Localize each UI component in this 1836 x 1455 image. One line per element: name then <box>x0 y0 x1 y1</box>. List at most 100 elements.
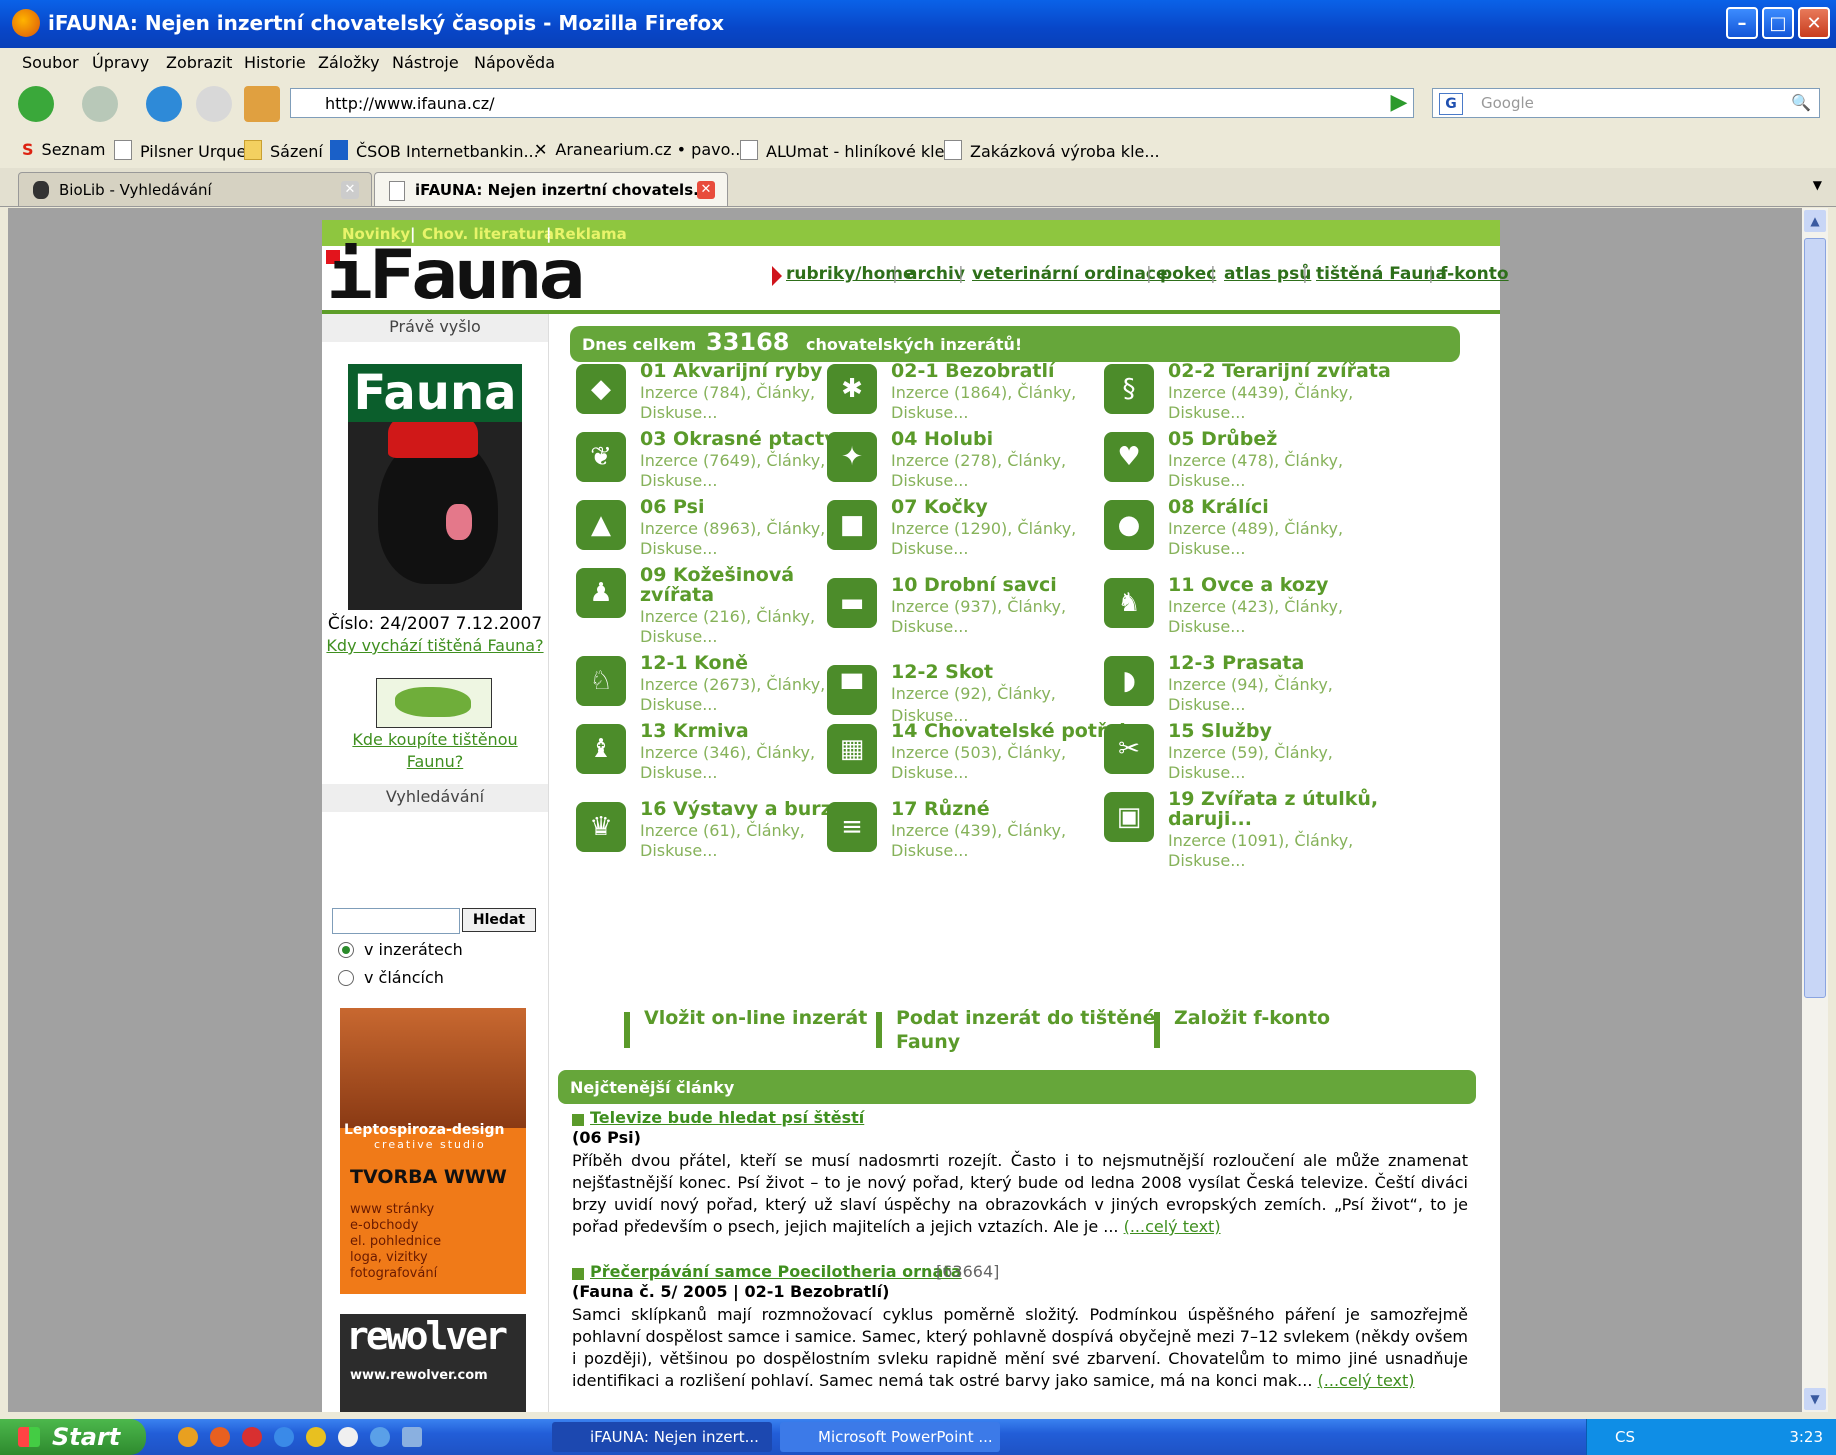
start-button[interactable]: Start <box>0 1419 146 1455</box>
tab-close-icon[interactable]: ✕ <box>341 181 359 199</box>
article-title-link[interactable]: Televize bude hledat psí štěstí <box>590 1108 864 1127</box>
quicklaunch-icon[interactable] <box>338 1427 358 1447</box>
goat-icon[interactable]: ♞ <box>1104 578 1154 628</box>
category-item[interactable]: ♝ 13 Krmiva Inzerce (346), Články, Diskuse.… <box>576 720 866 794</box>
nav-archiv[interactable]: archiv <box>906 264 965 284</box>
go-icon[interactable]: ▶ <box>1384 90 1414 116</box>
supplies-icon[interactable]: ▦ <box>827 724 877 774</box>
bookmark-alumat[interactable]: ALUmat - hliníkové kle... <box>740 140 960 161</box>
minimize-button[interactable]: – <box>1726 7 1758 39</box>
snake-icon[interactable]: § <box>1104 364 1154 414</box>
category-name-link[interactable]: 02-2 Terarijní zvířata <box>1168 360 1391 382</box>
category-item[interactable]: ✱ 02-1 Bezobratlí Inzerce (1864), Články, D… <box>827 360 1117 434</box>
category-item[interactable]: ▣ 19 Zvířata z útulků, daruji... Inzerce (1… <box>1104 788 1394 870</box>
category-item[interactable]: ▬ 10 Drobní savci Inzerce (937), Články, Di… <box>827 574 1117 648</box>
menu-zalozky[interactable]: Záložky <box>318 53 380 72</box>
category-counts[interactable]: Inzerce (94), Články, <box>1168 674 1333 696</box>
category-name-link[interactable]: 05 Drůbež <box>1168 428 1277 450</box>
category-discussion[interactable]: Diskuse... <box>891 616 968 638</box>
category-discussion[interactable]: Diskuse... <box>640 538 717 560</box>
category-counts[interactable]: Inzerce (784), Články, <box>640 382 815 404</box>
feed-sack-icon[interactable]: ♝ <box>576 724 626 774</box>
menu-upravy[interactable]: Úpravy <box>92 53 149 72</box>
category-name-link[interactable]: 09 Kožešinová <box>640 564 794 586</box>
category-item[interactable]: ■ 07 Kočky Inzerce (1290), Články, Diskuse.… <box>827 496 1117 570</box>
menu-napoveda[interactable]: Nápověda <box>474 53 555 72</box>
category-counts[interactable]: Inzerce (1864), Články, <box>891 382 1076 404</box>
tab-biolib[interactable]: BioLib - Vyhledávání ✕ <box>18 172 372 206</box>
show-desktop-icon[interactable] <box>402 1427 422 1447</box>
mouse-icon[interactable]: ▬ <box>827 578 877 628</box>
read-more-link[interactable]: (...celý text) <box>1318 1371 1415 1390</box>
where-buy-link-line1[interactable]: Kde koupíte tištěnou <box>322 730 548 749</box>
category-name-link[interactable]: 01 Akvarijní ryby <box>640 360 822 382</box>
google-icon[interactable]: G <box>1439 93 1463 115</box>
category-name-link-line2[interactable]: zvířata <box>640 584 714 606</box>
ie-quicklaunch-icon[interactable] <box>274 1427 294 1447</box>
category-counts[interactable]: Inzerce (59), Články, <box>1168 742 1333 764</box>
menu-zobrazit[interactable]: Zobrazit <box>166 53 232 72</box>
quicklaunch-icon[interactable] <box>370 1427 390 1447</box>
fish-icon[interactable]: ◆ <box>576 364 626 414</box>
bookmark-zakazkova[interactable]: Zakázková výroba kle... <box>944 140 1160 161</box>
menu-soubor[interactable]: Soubor <box>22 53 79 72</box>
forward-icon[interactable] <box>82 86 118 122</box>
category-item[interactable]: ● 08 Králíci Inzerce (489), Články, Diskuse… <box>1104 496 1394 570</box>
category-item[interactable]: ✦ 04 Holubi Inzerce (278), Články, Diskuse.… <box>827 428 1117 502</box>
category-name-link[interactable]: 08 Králíci <box>1168 496 1269 518</box>
nav-f-konto[interactable]: f-konto <box>1440 264 1509 284</box>
category-discussion[interactable]: Diskuse... <box>891 538 968 560</box>
hen-icon[interactable]: ♥ <box>1104 432 1154 482</box>
read-more-link[interactable]: (...celý text) <box>1124 1217 1221 1236</box>
leptospiroza-ad[interactable]: Leptospiroza-design creative studio TVOR… <box>340 1008 526 1294</box>
radio-inzeratech[interactable] <box>338 942 354 958</box>
create-f-konto-link[interactable]: Založit f-konto <box>1174 1006 1330 1030</box>
magnifier-icon[interactable]: 🔍 <box>1791 93 1811 112</box>
quicklaunch-icon[interactable] <box>306 1427 326 1447</box>
category-counts[interactable]: Inzerce (8963), Články, <box>640 518 825 540</box>
url-bar[interactable]: http://www.ifauna.cz/ <box>290 88 1414 118</box>
radio-clancich[interactable] <box>338 970 354 986</box>
bookmark-pilsner[interactable]: Pilsner Urquell <box>114 140 255 161</box>
nav-pokec[interactable]: pokec <box>1160 264 1216 284</box>
bookmark-csob[interactable]: ČSOB Internetbankin... <box>330 140 539 161</box>
category-item[interactable]: ♞ 11 Ovce a kozy Inzerce (423), Články, Dis… <box>1104 574 1394 648</box>
category-name-link[interactable]: 04 Holubi <box>891 428 993 450</box>
scroll-down-icon[interactable]: ▼ <box>1804 1388 1826 1410</box>
tab-list-icon[interactable]: ▼ <box>1813 178 1822 192</box>
horse-icon[interactable]: ♘ <box>576 656 626 706</box>
pig-icon[interactable]: ◗ <box>1104 656 1154 706</box>
scrollbar-thumb[interactable] <box>1804 238 1826 998</box>
category-item[interactable]: ♥ 05 Drůbež Inzerce (478), Články, Diskuse.… <box>1104 428 1394 502</box>
category-name-link[interactable]: 06 Psi <box>640 496 704 518</box>
category-name-link[interactable]: 03 Okrasné ptactvo <box>640 428 850 450</box>
search-input[interactable]: G Google 🔍 <box>1432 88 1820 118</box>
category-item[interactable]: § 02-2 Terarijní zvířata Inzerce (4439), Č… <box>1104 360 1394 434</box>
nav-atlas-psu[interactable]: atlas psů <box>1224 264 1311 284</box>
category-name-link-line2[interactable]: daruji... <box>1168 808 1252 830</box>
category-name-link[interactable]: 12-3 Prasata <box>1168 652 1304 674</box>
category-name-link[interactable]: 11 Ovce a kozy <box>1168 574 1328 596</box>
category-item[interactable]: ✂ 15 Služby Inzerce (59), Články, Diskuse..… <box>1104 720 1394 794</box>
category-counts[interactable]: Inzerce (61), Články, <box>640 820 805 842</box>
search-button[interactable]: Hledat <box>462 908 536 932</box>
magazine-cover[interactable]: Fauna <box>348 364 522 610</box>
category-name-link[interactable]: 19 Zvířata z útulků, <box>1168 788 1378 810</box>
category-name-link[interactable]: 02-1 Bezobratlí <box>891 360 1055 382</box>
post-print-ad-link[interactable]: Podat inzerát do tištěné Fauny <box>896 1006 1156 1054</box>
category-counts[interactable]: Inzerce (2673), Články, <box>640 674 825 696</box>
cat-icon[interactable]: ■ <box>827 500 877 550</box>
spider-icon[interactable]: ✱ <box>827 364 877 414</box>
czech-map-image[interactable] <box>376 678 492 728</box>
category-discussion[interactable]: Diskuse... <box>640 840 717 862</box>
gift-icon[interactable]: ▣ <box>1104 792 1154 842</box>
category-discussion[interactable]: Diskuse... <box>640 626 717 648</box>
category-discussion[interactable]: Diskuse... <box>891 470 968 492</box>
category-item[interactable]: ♛ 16 Výstavy a burzy Inzerce (61), Články,… <box>576 798 866 872</box>
category-discussion[interactable]: Diskuse... <box>891 840 968 862</box>
stop-icon[interactable] <box>196 86 232 122</box>
tab-ifauna[interactable]: iFAUNA: Nejen inzertní chovatels... ✕ <box>374 172 728 206</box>
scroll-up-icon[interactable]: ▲ <box>1804 210 1826 232</box>
category-item[interactable]: ❦ 03 Okrasné ptactvo Inzerce (7649), Článk… <box>576 428 866 502</box>
category-name-link[interactable]: 17 Různé <box>891 798 990 820</box>
